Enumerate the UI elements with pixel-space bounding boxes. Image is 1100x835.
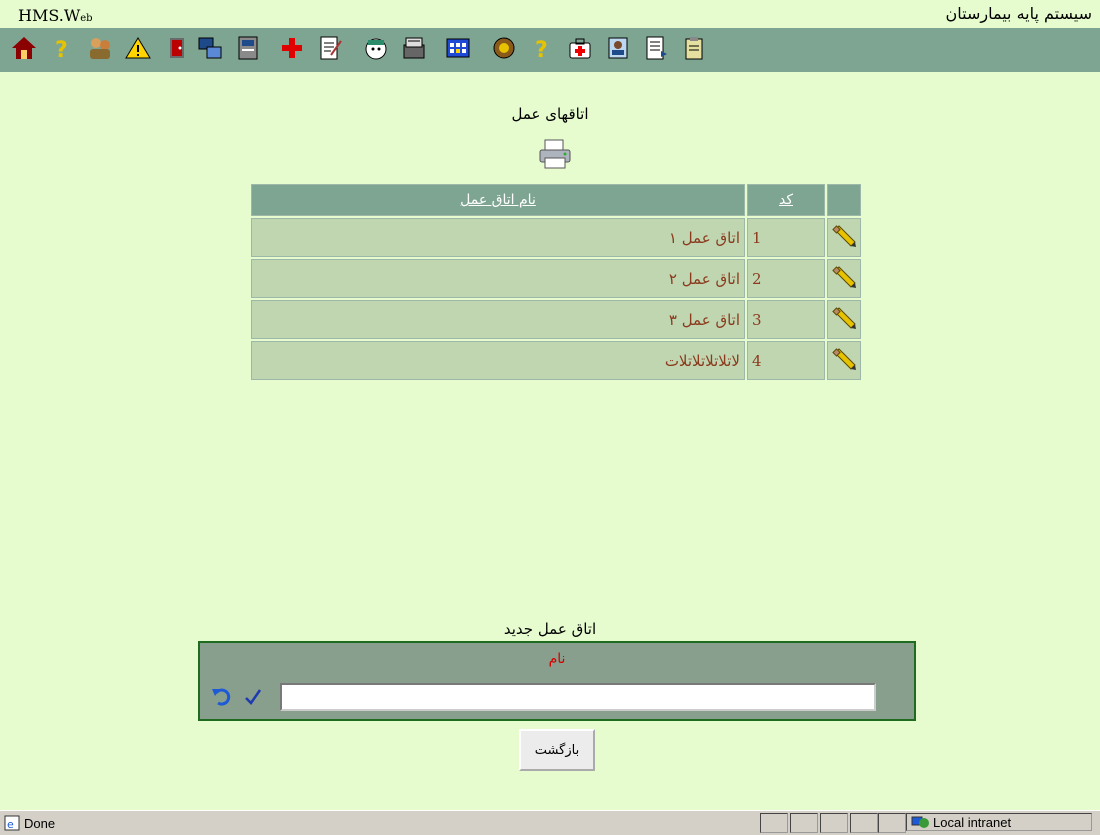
patient-report-icon[interactable]	[604, 34, 632, 62]
edit-pencil-icon[interactable]	[831, 265, 857, 289]
status-left: e Done	[4, 815, 55, 831]
status-panel	[878, 813, 906, 833]
name-column-header[interactable]: نام اتاق عمل	[251, 184, 745, 216]
room-name-input[interactable]	[280, 683, 876, 711]
brand-small: eb	[80, 13, 93, 24]
form-edit-icon[interactable]	[316, 34, 344, 62]
room-name-cell: اتاق عمل ۲	[251, 259, 745, 298]
nurse-icon[interactable]	[362, 34, 390, 62]
edit-cell	[827, 259, 861, 298]
exit-icon[interactable]	[162, 34, 190, 62]
status-bar: e Done Local intranet	[0, 810, 1100, 835]
users-icon[interactable]	[86, 34, 114, 62]
clipboard-icon[interactable]	[680, 34, 708, 62]
svg-text:?: ?	[55, 38, 68, 61]
status-panel	[790, 813, 818, 833]
first-aid-icon[interactable]	[566, 34, 594, 62]
main-toolbar: ? ?	[0, 28, 1100, 72]
brand-main: HMS.W	[18, 6, 81, 25]
server-icon[interactable]	[234, 34, 262, 62]
table-header-row: نام اتاق عمل کد	[251, 184, 861, 216]
table-row: اتاق عمل ۳ 3	[251, 300, 861, 339]
status-panel	[760, 813, 788, 833]
table-row: لاتلاتلاتلاتلات 4	[251, 341, 861, 380]
edit-pencil-icon[interactable]	[831, 306, 857, 330]
edit-column-header	[827, 184, 861, 216]
intranet-icon	[911, 816, 929, 828]
sort-by-code-link[interactable]: کد	[779, 192, 793, 208]
grid-icon[interactable]	[444, 34, 472, 62]
name-field-label: نام	[548, 651, 566, 667]
room-code-cell: 4	[747, 341, 825, 380]
table-row: اتاق عمل ۲ 2	[251, 259, 861, 298]
confirm-check-icon[interactable]	[244, 685, 262, 707]
edit-pencil-icon[interactable]	[831, 347, 857, 371]
code-column-header[interactable]: کد	[747, 184, 825, 216]
sort-by-name-link[interactable]: نام اتاق عمل	[460, 192, 536, 208]
document-icon[interactable]	[642, 34, 670, 62]
help-icon-2[interactable]: ?	[528, 34, 556, 62]
brand-logo: HMS.Web	[18, 6, 93, 25]
room-name-cell: اتاق عمل ۱	[251, 218, 745, 257]
ie-page-icon: e	[4, 815, 20, 831]
edit-cell	[827, 300, 861, 339]
room-name-cell: لاتلاتلاتلاتلات	[251, 341, 745, 380]
room-code-cell: 3	[747, 300, 825, 339]
back-button[interactable]: بازگشت	[519, 729, 595, 771]
undo-icon[interactable]	[210, 685, 232, 707]
archive-icon[interactable]	[400, 34, 428, 62]
security-zone: Local intranet	[906, 813, 1092, 831]
title-bar: HMS.Web سیستم پایه بیمارستان	[0, 0, 1100, 28]
new-room-form: نام	[198, 641, 916, 721]
home-icon[interactable]	[10, 34, 38, 62]
edit-pencil-icon[interactable]	[831, 224, 857, 248]
print-icon[interactable]	[537, 138, 573, 170]
svg-text:?: ?	[535, 38, 548, 61]
warning-icon[interactable]	[124, 34, 152, 62]
red-cross-icon[interactable]	[278, 34, 306, 62]
room-code-cell: 1	[747, 218, 825, 257]
operating-rooms-table: نام اتاق عمل کد اتاق عمل ۱ 1 اتاق عمل ۲ …	[249, 182, 863, 382]
transfer-icon[interactable]	[196, 34, 224, 62]
page-title: اتاقهای عمل	[511, 105, 589, 123]
help-icon[interactable]: ?	[48, 34, 76, 62]
edit-cell	[827, 341, 861, 380]
edit-cell	[827, 218, 861, 257]
zone-text: Local intranet	[933, 814, 1012, 830]
svg-text:e: e	[7, 818, 14, 831]
status-panel	[820, 813, 848, 833]
status-panel	[850, 813, 878, 833]
new-room-title: اتاق عمل جدید	[503, 620, 597, 638]
app-title: سیستم پایه بیمارستان	[945, 4, 1092, 23]
room-code-cell: 2	[747, 259, 825, 298]
room-name-cell: اتاق عمل ۳	[251, 300, 745, 339]
table-row: اتاق عمل ۱ 1	[251, 218, 861, 257]
bio-icon[interactable]	[490, 34, 518, 62]
status-text: Done	[24, 815, 56, 831]
top-bar: HMS.Web سیستم پایه بیمارستان ? ?	[0, 0, 1100, 72]
